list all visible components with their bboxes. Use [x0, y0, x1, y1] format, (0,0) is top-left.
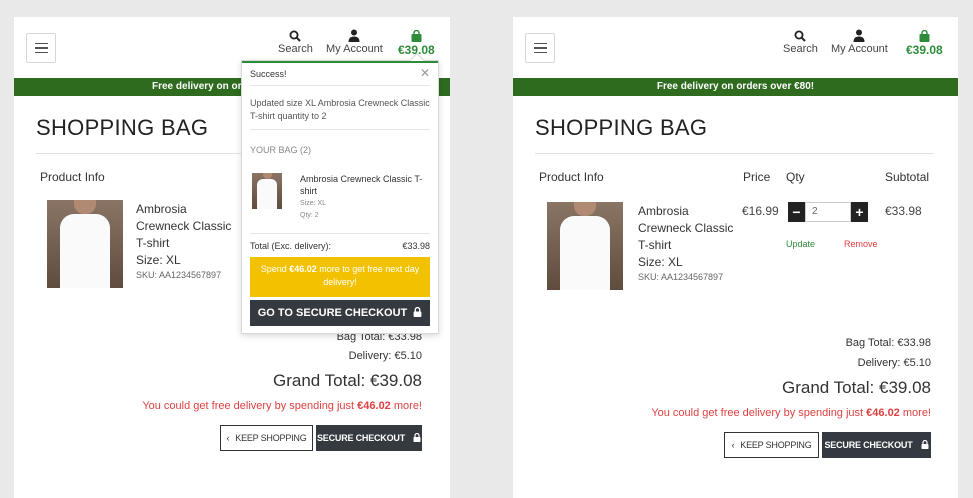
left-screenshot-panel: Search My Account €39.08 Free delivery o…: [14, 17, 450, 498]
product-details: Ambrosia Crewneck Classic T-shirt Size: …: [136, 201, 231, 281]
lock-icon: [921, 439, 929, 451]
col-subtotal: Subtotal: [885, 170, 930, 184]
product-name-line: Crewneck Classic: [136, 219, 232, 233]
shopping-bag-icon: [906, 26, 943, 42]
search-icon: [278, 26, 313, 42]
popup-item-size: Size: XL: [300, 200, 327, 207]
product-sku: SKU: AA1234567897: [136, 270, 222, 280]
popup-item-name: Ambrosia Crewneck Classic T-shirt: [300, 174, 423, 196]
popup-message: Updated size XL Ambrosia Crewneck Classi…: [250, 98, 430, 121]
nav-search-label: Search: [278, 43, 313, 55]
nav-search[interactable]: Search: [783, 26, 818, 55]
secure-checkout-button[interactable]: SECURE CHECKOUT: [822, 432, 931, 458]
grand-total: Grand Total: €39.08: [781, 378, 931, 397]
product-name-line: Crewneck Classic: [638, 221, 734, 235]
nav-bag-total: €39.08: [906, 43, 943, 57]
hamburger-menu-button[interactable]: [525, 33, 555, 63]
page-title: SHOPPING BAG: [36, 115, 209, 140]
product-name-line: Ambrosia: [638, 204, 689, 218]
secure-checkout-button[interactable]: SECURE CHECKOUT: [316, 425, 422, 451]
product-price: €16.99: [742, 204, 779, 218]
col-product-info: Product Info: [539, 170, 604, 184]
popup-item-qty: Qty: 2: [300, 212, 319, 219]
free-delivery-promo: Spend €46.02 more to get free next day d…: [250, 257, 430, 297]
right-screenshot-panel: Search My Account €39.08 Free delivery o…: [513, 17, 958, 498]
popup-bag-heading: YOUR BAG (2): [250, 145, 312, 155]
popup-total-value: €33.98: [402, 241, 430, 251]
nav-account[interactable]: My Account: [326, 26, 383, 55]
update-link[interactable]: Update: [786, 239, 815, 249]
free-delivery-message: You could get free delivery by spending …: [651, 407, 931, 419]
user-icon: [326, 26, 383, 42]
product-name-line: T-shirt: [638, 238, 672, 252]
lock-icon: [413, 306, 422, 320]
popup-header: Success!: [250, 69, 287, 79]
lock-icon: [413, 432, 421, 444]
shopping-bag-icon: [398, 26, 435, 42]
user-icon: [831, 26, 888, 42]
delivery-cost: Delivery: €5.10: [857, 357, 931, 369]
remove-link[interactable]: Remove: [844, 239, 878, 249]
nav-search-label: Search: [783, 43, 818, 55]
bag-total: Bag Total: €33.98: [845, 337, 931, 349]
col-qty: Qty: [786, 170, 805, 184]
quantity-stepper: − 2 +: [788, 202, 868, 222]
nav-account-label: My Account: [831, 43, 888, 55]
product-name-line: Ambrosia: [136, 202, 187, 216]
product-image: [547, 202, 623, 290]
go-to-secure-checkout-button[interactable]: GO TO SECURE CHECKOUT: [250, 300, 430, 326]
chevron-left-icon: ‹: [731, 440, 735, 450]
product-size: Size: XL: [638, 255, 683, 269]
nav-account-label: My Account: [326, 43, 383, 55]
keep-shopping-button[interactable]: ‹ KEEP SHOPPING: [724, 432, 819, 458]
close-icon[interactable]: ✕: [420, 66, 430, 80]
minus-icon[interactable]: −: [788, 202, 805, 222]
popup-item-image: [252, 173, 282, 209]
delivery-cost: Delivery: €5.10: [348, 350, 422, 362]
quantity-input[interactable]: 2: [805, 202, 851, 222]
product-subtotal: €33.98: [885, 204, 922, 218]
grand-total: Grand Total: €39.08: [272, 371, 422, 390]
hamburger-menu-button[interactable]: [26, 33, 56, 63]
product-image: [47, 200, 123, 288]
nav-bag[interactable]: €39.08: [906, 26, 943, 57]
search-icon: [783, 26, 818, 42]
chevron-left-icon: ‹: [226, 433, 230, 443]
product-sku: SKU: AA1234567897: [638, 272, 724, 282]
nav-search[interactable]: Search: [278, 26, 313, 55]
page-title: SHOPPING BAG: [535, 115, 708, 140]
product-size: Size: XL: [136, 253, 181, 267]
col-product-info: Product Info: [40, 170, 105, 184]
nav-account[interactable]: My Account: [831, 26, 888, 55]
free-delivery-message: You could get free delivery by spending …: [142, 400, 422, 412]
plus-icon[interactable]: +: [851, 202, 868, 222]
divider: [535, 153, 934, 154]
product-name-line: T-shirt: [136, 236, 170, 250]
col-price: Price: [743, 170, 771, 184]
keep-shopping-button[interactable]: ‹ KEEP SHOPPING: [220, 425, 313, 451]
product-details: Ambrosia Crewneck Classic T-shirt Size: …: [638, 203, 733, 283]
free-delivery-banner: Free delivery on orders over €80!: [513, 78, 958, 96]
bag-success-popup: Success! ✕ Updated size XL Ambrosia Crew…: [241, 52, 439, 334]
